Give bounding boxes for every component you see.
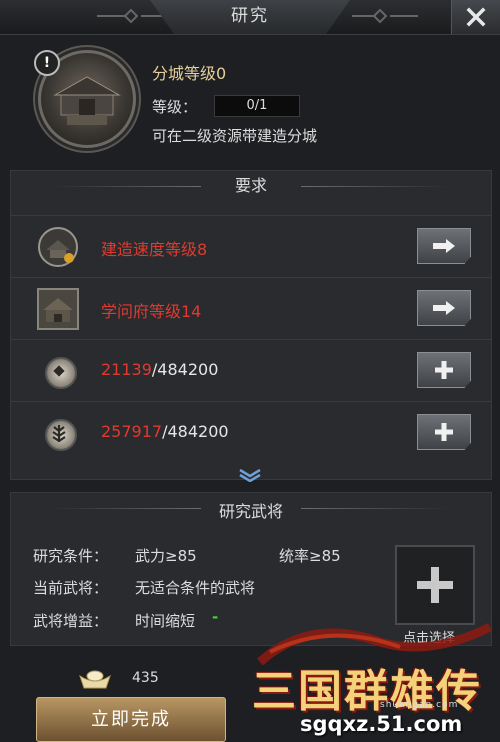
requirement-row: 建造速度等级8	[11, 215, 491, 278]
title-ornament-right-icon	[352, 8, 418, 24]
current-general-label: 当前武将：	[33, 579, 109, 597]
research-description: 可在二级资源带建造分城	[152, 127, 318, 145]
add-resource-button[interactable]	[417, 352, 471, 388]
divider	[301, 508, 451, 509]
requirement-text: 建造速度等级8	[101, 240, 208, 259]
academy-icon	[37, 288, 79, 330]
condition-power: 武力≥85	[135, 547, 197, 565]
divider	[301, 186, 451, 187]
alert-badge-icon: !	[34, 50, 60, 76]
requirements-panel: 要求 建造速度等级8 学问府等级14 21139/484200 257917/4…	[10, 170, 492, 480]
resource-total: /484200	[162, 422, 229, 441]
requirement-row: 学问府等级14	[11, 277, 491, 340]
bonus-dash: -	[212, 608, 219, 626]
arrow-right-icon	[433, 301, 455, 315]
resource-current: 21139	[101, 360, 152, 379]
close-icon	[466, 7, 486, 27]
scroll-down-icon[interactable]	[236, 468, 264, 482]
gold-amount: 435	[132, 670, 159, 686]
arrow-right-icon	[433, 239, 455, 253]
level-value: 0/1	[214, 95, 300, 117]
research-general-heading: 研究武将	[218, 502, 283, 521]
plus-icon	[435, 423, 453, 441]
title-bar: 研究	[0, 0, 500, 35]
plus-icon	[417, 567, 453, 603]
logo-sub: shuangan.com	[380, 700, 459, 710]
building-icon	[38, 227, 78, 267]
plus-icon	[435, 361, 453, 379]
condition-command: 统率≥85	[279, 547, 341, 565]
gold-ingot-icon	[79, 670, 111, 689]
bonus-label: 武将增益：	[33, 612, 109, 630]
coin-icon	[45, 357, 77, 389]
resource-total: /484200	[151, 360, 219, 379]
resource-amount: 257917/484200	[101, 422, 229, 441]
research-title: 分城等级0	[152, 64, 227, 83]
resource-amount: 21139/484200	[101, 360, 218, 379]
requirement-row: 21139/484200	[11, 339, 491, 402]
condition-label: 研究条件：	[33, 547, 109, 565]
close-button[interactable]	[451, 0, 500, 34]
level-label: 等级：	[152, 98, 198, 116]
goto-button[interactable]	[417, 290, 471, 326]
grain-icon	[45, 419, 77, 451]
add-resource-button[interactable]	[417, 414, 471, 450]
goto-button[interactable]	[417, 228, 471, 264]
complete-now-button[interactable]: 立即完成	[36, 697, 226, 742]
bonus-value: 时间缩短	[135, 612, 196, 630]
requirement-row: 257917/484200	[11, 401, 491, 464]
resource-current: 257917	[101, 422, 163, 441]
current-general-value: 无适合条件的武将	[135, 579, 256, 597]
window-title: 研究	[231, 6, 269, 26]
logo-url: sgqxz.51.com	[300, 712, 463, 736]
requirement-text: 学问府等级14	[101, 302, 202, 321]
